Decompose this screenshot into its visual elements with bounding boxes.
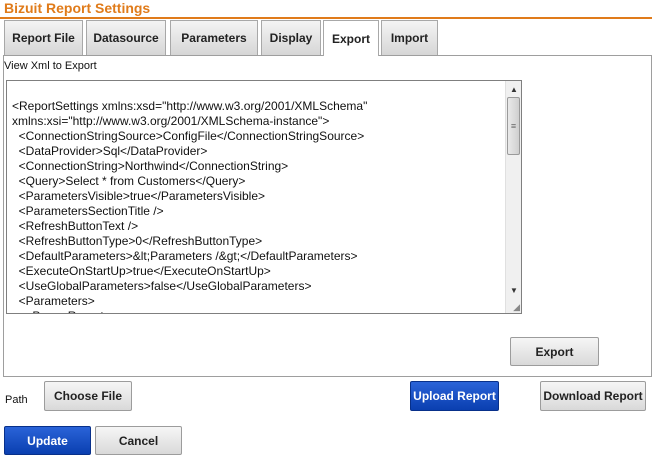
tab-import[interactable]: Import (381, 20, 438, 55)
tab-datasource[interactable]: Datasource (86, 20, 166, 55)
cancel-button[interactable]: Cancel (95, 426, 182, 455)
tab-parameters[interactable]: Parameters (170, 20, 258, 55)
path-label: Path (5, 394, 28, 406)
scroll-down-icon[interactable]: ▼ (506, 283, 521, 297)
download-report-button[interactable]: Download Report (540, 381, 646, 411)
export-button[interactable]: Export (510, 337, 599, 366)
page-title: Bizuit Report Settings (4, 0, 151, 16)
vertical-scrollbar[interactable]: ▲ ≡ ▼ (505, 81, 521, 313)
tab-display[interactable]: Display (261, 20, 321, 55)
tab-export[interactable]: Export (323, 20, 379, 56)
resize-grip-icon[interactable]: ◢ (510, 302, 520, 312)
xml-content: <ReportSettings xmlns:xsd="http://www.w3… (12, 99, 368, 313)
upload-report-button[interactable]: Upload Report (410, 381, 499, 411)
xml-view-label: View Xml to Export (4, 60, 97, 72)
title-divider (0, 17, 652, 19)
scroll-thumb[interactable]: ≡ (507, 97, 520, 155)
tab-report-file[interactable]: Report File (4, 20, 83, 55)
scroll-up-icon[interactable]: ▲ (506, 82, 521, 96)
update-button[interactable]: Update (4, 426, 91, 455)
xml-textarea[interactable]: <ReportSettings xmlns:xsd="http://www.w3… (6, 80, 522, 314)
choose-file-button[interactable]: Choose File (44, 381, 132, 411)
